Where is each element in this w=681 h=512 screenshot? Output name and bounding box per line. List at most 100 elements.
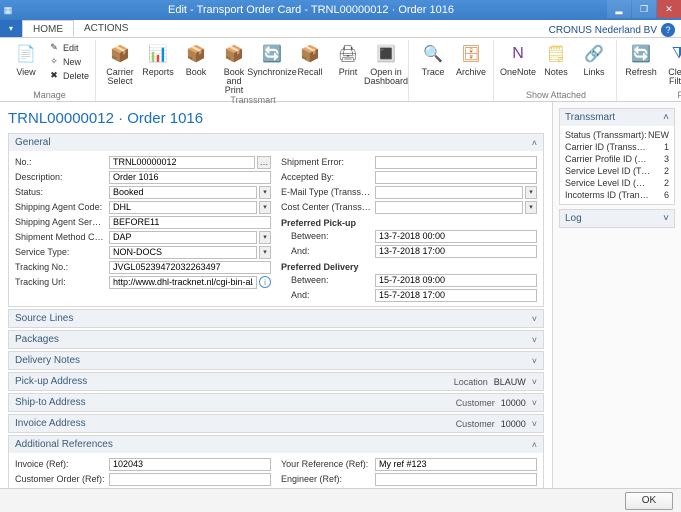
info-icon[interactable]: i: [259, 276, 271, 288]
factbox-transsmart-header[interactable]: Transsmart˄: [560, 109, 674, 126]
ribbon-book[interactable]: 📦Book: [178, 40, 214, 77]
section-general: General˄ No.:… Description: Status:▾ Shi…: [8, 133, 544, 307]
input-tracking-url[interactable]: [109, 276, 257, 289]
edit-icon: ✎: [48, 42, 60, 53]
book-print-icon: 📦: [222, 42, 246, 66]
ribbon-refresh[interactable]: 🔄Refresh: [623, 40, 659, 77]
ship-method-dropdown[interactable]: ▾: [259, 231, 271, 244]
input-email-type[interactable]: [375, 186, 523, 199]
input-no[interactable]: [109, 156, 255, 169]
ribbon-group-page: Page: [623, 90, 681, 101]
input-pu-and[interactable]: [375, 245, 537, 258]
input-customer-ref[interactable]: [375, 488, 537, 489]
section-source-lines[interactable]: Source Lines˅: [8, 309, 544, 328]
lbl-cost-center: Cost Center (Transsmart):: [281, 202, 371, 212]
chevron-down-icon: ˅: [532, 356, 537, 366]
lbl-pu-and: And:: [281, 246, 371, 256]
ribbon-trace[interactable]: 🔍Trace: [415, 40, 451, 77]
lbl-ship-agent: Shipping Agent Code:: [15, 202, 105, 212]
input-del-and[interactable]: [375, 289, 537, 302]
lookup-no[interactable]: …: [257, 156, 271, 169]
input-del-between[interactable]: [375, 274, 537, 287]
help-icon[interactable]: ?: [661, 23, 675, 37]
ribbon-synchronize[interactable]: 🔄Synchronize: [254, 40, 290, 77]
cost-center-dropdown[interactable]: ▾: [525, 201, 537, 214]
carrier-icon: 📦: [108, 42, 132, 66]
input-shipment-error[interactable]: [375, 156, 537, 169]
status-dropdown[interactable]: ▾: [259, 186, 271, 199]
app-menu-button[interactable]: ▾: [0, 20, 22, 37]
tab-actions[interactable]: ACTIONS: [74, 20, 139, 37]
new-icon: ✧: [48, 56, 60, 67]
delete-icon: ✖: [48, 70, 60, 81]
breadcrumb-text: CRONUS Nederland BV: [549, 25, 657, 36]
lbl-del-between: Between:: [281, 275, 371, 285]
input-cost-center[interactable]: [375, 201, 523, 214]
input-status[interactable]: [109, 186, 257, 199]
chevron-up-icon: ˄: [532, 138, 537, 148]
input-description[interactable]: [109, 171, 271, 184]
ribbon-group-spacer: [415, 90, 489, 101]
reports-icon: 📊: [146, 42, 170, 66]
section-invoice-address[interactable]: Invoice AddressCustomer10000˅: [8, 414, 544, 433]
input-invoice-ref[interactable]: [109, 458, 271, 471]
window-close[interactable]: ✕: [657, 0, 681, 18]
factbox-log-header[interactable]: Log˅: [560, 210, 674, 227]
window-minimize[interactable]: ▂: [607, 0, 631, 18]
ribbon-carrier-select[interactable]: 📦Carrier Select: [102, 40, 138, 86]
input-ship-method[interactable]: [109, 231, 257, 244]
ribbon-notes[interactable]: 🗒Notes: [538, 40, 574, 77]
ribbon-edit[interactable]: ✎Edit: [46, 41, 91, 54]
ribbon-new[interactable]: ✧New: [46, 55, 91, 68]
input-order-no-ref[interactable]: [109, 488, 271, 489]
ribbon-links[interactable]: 🔗Links: [576, 40, 612, 77]
ribbon-archive[interactable]: 🗄Archive: [453, 40, 489, 77]
section-shipto-address[interactable]: Ship-to AddressCustomer10000˅: [8, 393, 544, 412]
links-icon: 🔗: [582, 42, 606, 66]
ribbon-recall[interactable]: 📦Recall: [292, 40, 328, 77]
lbl-engineer-ref: Engineer (Ref):: [281, 474, 371, 484]
section-general-header[interactable]: General˄: [9, 134, 543, 151]
ship-agent-dropdown[interactable]: ▾: [259, 201, 271, 214]
refresh-icon: 🔄: [629, 42, 653, 66]
ribbon-delete[interactable]: ✖Delete: [46, 69, 91, 82]
chevron-up-icon: ˄: [663, 112, 669, 123]
input-cust-order-ref[interactable]: [109, 473, 271, 486]
chevron-down-icon: ˅: [663, 213, 669, 224]
section-additional-refs-header[interactable]: Additional References˄: [9, 436, 543, 453]
ok-button[interactable]: OK: [625, 492, 673, 510]
window-maximize[interactable]: ❐: [632, 0, 656, 18]
input-engineer-ref[interactable]: [375, 473, 537, 486]
factbox-transsmart: Transsmart˄ Status (Transsmart):NEWCarri…: [559, 108, 675, 205]
section-additional-refs: Additional References˄ Invoice (Ref): Cu…: [8, 435, 544, 488]
ribbon-group-attached: Show Attached: [500, 90, 612, 101]
tab-home[interactable]: HOME: [22, 20, 74, 37]
lbl-ship-agent-svc: Shipping Agent Service Code:: [15, 217, 105, 227]
lbl-ship-method: Shipment Method Code:: [15, 232, 105, 242]
ribbon-open-dashboard[interactable]: 🔳Open in Dashboard: [368, 40, 404, 86]
section-packages[interactable]: Packages˅: [8, 330, 544, 349]
input-accepted-by[interactable]: [375, 171, 537, 184]
email-type-dropdown[interactable]: ▾: [525, 186, 537, 199]
section-pickup-address[interactable]: Pick-up AddressLocationBLAUW˅: [8, 372, 544, 391]
window-title: Edit - Transport Order Card - TRNL000000…: [16, 4, 606, 16]
input-tracking-no[interactable]: [109, 261, 271, 274]
input-service-type[interactable]: [109, 246, 257, 259]
ribbon-reports[interactable]: 📊Reports: [140, 40, 176, 77]
chevron-down-icon: ˅: [532, 335, 537, 345]
input-pu-between[interactable]: [375, 230, 537, 243]
print-icon: 🖨: [336, 42, 360, 66]
section-delivery-notes[interactable]: Delivery Notes˅: [8, 351, 544, 370]
breadcrumb[interactable]: CRONUS Nederland BV ?: [543, 20, 681, 37]
service-type-dropdown[interactable]: ▾: [259, 246, 271, 259]
ribbon-onenote[interactable]: NOneNote: [500, 40, 536, 77]
ribbon-view[interactable]: 📄 View: [8, 40, 44, 77]
recall-icon: 📦: [298, 42, 322, 66]
input-ship-agent-svc[interactable]: [109, 216, 271, 229]
ribbon-clear-filter[interactable]: ⧩Clear Filter: [661, 40, 681, 86]
lbl-pref-delivery: Preferred Delivery: [281, 262, 537, 272]
ribbon-print[interactable]: 🖨Print: [330, 40, 366, 77]
input-ship-agent[interactable]: [109, 201, 257, 214]
input-your-ref[interactable]: [375, 458, 537, 471]
archive-icon: 🗄: [459, 42, 483, 66]
